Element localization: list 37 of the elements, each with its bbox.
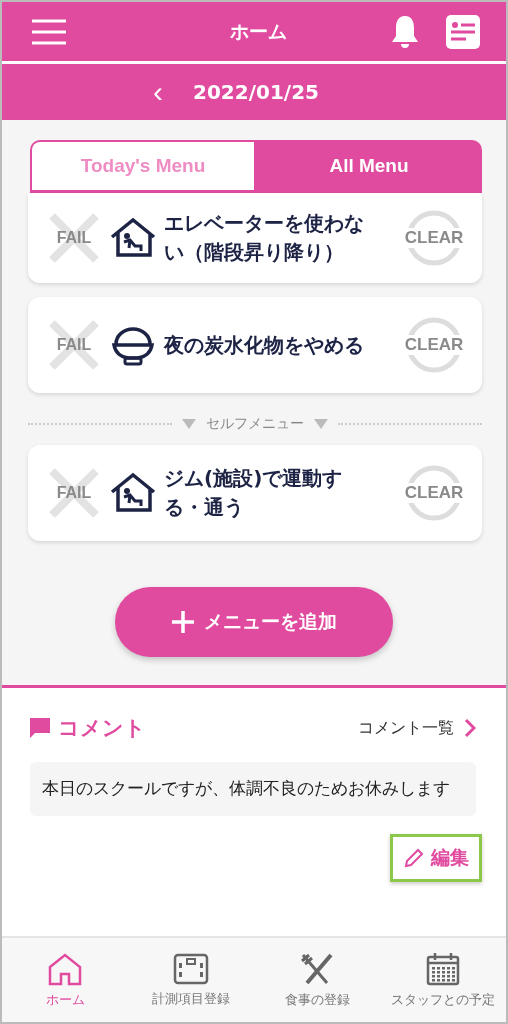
page-title: ホーム [229, 18, 287, 44]
menu-tab[interactable]: Today's Menu [30, 140, 256, 190]
edit-button[interactable]: 編集 [390, 834, 482, 883]
section-label: セルフメニュー [206, 415, 304, 433]
triangle-icon [182, 419, 196, 429]
bell-icon[interactable] [390, 13, 420, 50]
nav-tab[interactable]: 計測項目登録 [128, 938, 254, 1022]
speech-bubble-icon [30, 718, 50, 738]
home-icon [47, 951, 83, 986]
bowl-icon [110, 324, 156, 366]
menu-button[interactable] [32, 18, 66, 45]
comment-list-link[interactable]: コメント一覧 [358, 717, 476, 739]
pencil-icon [403, 847, 425, 870]
calendar-icon [426, 951, 460, 986]
menu-item-text: ジム(施設)で運動する・通う [164, 465, 344, 521]
scale-icon [173, 952, 209, 985]
profile-card-icon[interactable] [446, 14, 480, 49]
cutlery-icon [299, 951, 335, 986]
fail-button[interactable]: FAIL [46, 465, 102, 521]
chevron-right-icon [464, 718, 476, 738]
house-icon [110, 217, 156, 259]
menu-item-text: 夜の炭水化物をやめる [164, 331, 365, 359]
plus-icon [171, 611, 194, 633]
nav-tab[interactable]: スタッフとの予定 [380, 938, 506, 1022]
menu-tab[interactable]: All Menu [256, 140, 482, 190]
house-icon [110, 472, 156, 514]
comment-text: 本日のスクールですが、体調不良のためお休みします [30, 762, 476, 817]
nav-tab[interactable]: 食事の登録 [254, 938, 380, 1022]
date-label: 2022/01/25 [193, 80, 319, 104]
add-menu-button[interactable]: メニューを追加 [115, 587, 393, 657]
triangle-icon [314, 419, 328, 429]
previous-day-button[interactable]: ‹ [149, 77, 168, 107]
nav-tab[interactable]: ホーム [2, 938, 128, 1022]
fail-button[interactable]: FAIL [46, 317, 102, 373]
menu-item-text: エレベーターを使わない（階段昇り降り） [164, 210, 365, 266]
comment-heading: コメント [58, 715, 146, 742]
fail-button[interactable]: FAIL [46, 210, 102, 266]
